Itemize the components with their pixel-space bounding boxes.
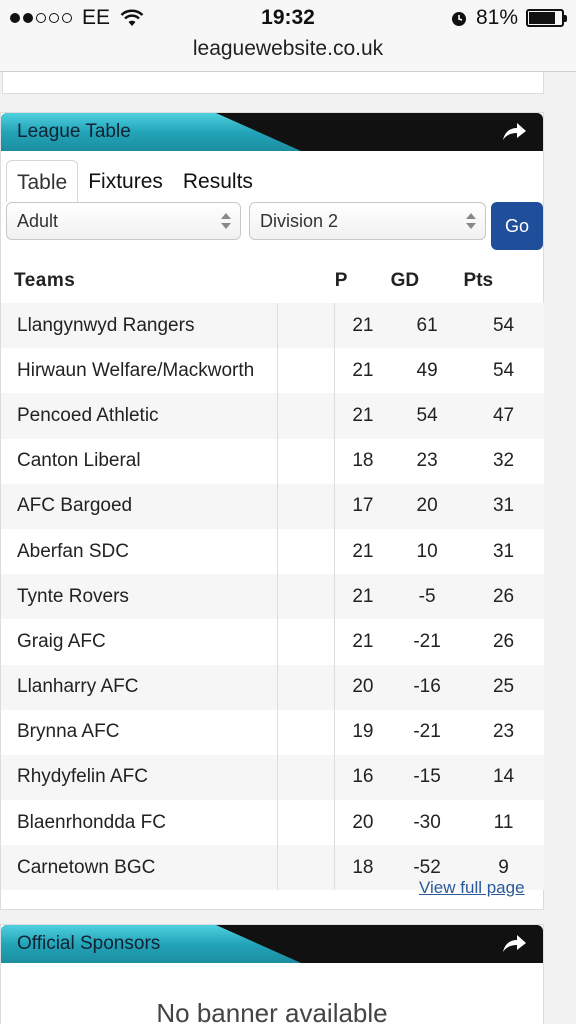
points-cell: 23 xyxy=(463,709,544,755)
team-name: Rhydyfelin AFC xyxy=(1,754,279,801)
team-name: Llangynwyd Rangers xyxy=(1,303,279,349)
team-name: Brynna AFC xyxy=(1,709,279,755)
played-cell: 20 xyxy=(334,664,391,710)
filter-selects: Adult Division 2 xyxy=(6,202,486,240)
division-value: Division 2 xyxy=(260,211,339,231)
played-cell: 21 xyxy=(334,528,391,575)
points-cell: 32 xyxy=(463,438,544,484)
status-bar: EE 19:32 81% xyxy=(0,0,576,36)
goal-difference-cell: 10 xyxy=(390,528,464,575)
share-arrow-icon[interactable] xyxy=(501,122,527,142)
table-row: Brynna AFC 19 -21 23 xyxy=(1,709,544,755)
age-group-value: Adult xyxy=(17,211,59,231)
points-cell: 11 xyxy=(463,800,544,846)
share-arrow-icon[interactable] xyxy=(501,934,527,954)
goal-difference-cell: 49 xyxy=(390,348,464,394)
widget-title: Official Sponsors xyxy=(17,933,161,954)
played-cell: 21 xyxy=(334,574,391,620)
goal-difference-cell: -16 xyxy=(390,664,464,710)
table-row: Canton Liberal 18 23 32 xyxy=(1,438,544,484)
team-name: Aberfan SDC xyxy=(1,528,279,575)
address-bar[interactable]: leaguewebsite.co.uk xyxy=(0,36,576,72)
team-name: Graig AFC xyxy=(1,619,279,665)
played-cell: 16 xyxy=(334,754,391,801)
points-cell: 26 xyxy=(463,574,544,620)
battery-icon xyxy=(526,9,567,27)
played-cell: 18 xyxy=(334,845,391,891)
points-cell: 31 xyxy=(463,528,544,575)
tab-results[interactable]: Results xyxy=(173,160,263,202)
team-name: Blaenrhondda FC xyxy=(1,800,279,846)
played-cell: 21 xyxy=(334,393,391,439)
division-select[interactable]: Division 2 xyxy=(249,202,486,240)
no-banner-message: No banner available xyxy=(156,998,388,1024)
status-right: 81% xyxy=(450,6,567,30)
points-cell: 26 xyxy=(463,619,544,665)
table-row: Aberfan SDC 21 10 31 xyxy=(1,528,544,575)
played-cell: 20 xyxy=(334,800,391,846)
team-name: Hirwaun Welfare/Mackworth xyxy=(1,348,279,394)
played-cell: 17 xyxy=(334,483,391,529)
select-arrows-icon xyxy=(221,213,231,229)
table-row: Pencoed Athletic 21 54 47 xyxy=(1,393,544,439)
team-name: Llanharry AFC xyxy=(1,664,279,710)
table-row: Llanharry AFC 20 -16 25 xyxy=(1,664,544,710)
age-group-select[interactable]: Adult xyxy=(6,202,241,240)
widget-title: League Table xyxy=(17,121,131,142)
played-cell: 21 xyxy=(334,303,391,349)
view-full-page-link[interactable]: View full page xyxy=(419,878,525,898)
table-row: Hirwaun Welfare/Mackworth 21 49 54 xyxy=(1,348,544,394)
points-cell: 14 xyxy=(463,754,544,801)
team-name: Pencoed Athletic xyxy=(1,393,279,439)
table-header-row: Teams P GD Pts xyxy=(1,258,544,303)
table-row: AFC Bargoed 17 20 31 xyxy=(1,483,544,529)
column-header-points: Pts xyxy=(463,269,494,291)
played-cell: 21 xyxy=(334,619,391,665)
tab-table[interactable]: Table xyxy=(6,160,79,202)
go-button[interactable]: Go xyxy=(491,202,543,250)
goal-difference-cell: 61 xyxy=(390,303,464,349)
table-row: Graig AFC 21 -21 26 xyxy=(1,619,544,665)
alarm-clock-icon xyxy=(451,12,466,26)
sponsors-header: Official Sponsors xyxy=(1,925,543,963)
points-cell: 54 xyxy=(463,348,544,394)
select-arrows-icon xyxy=(466,213,476,229)
view-tabs: Table Fixtures Results xyxy=(6,160,263,202)
played-cell: 19 xyxy=(334,709,391,755)
team-name: Canton Liberal xyxy=(1,438,279,484)
points-cell: 25 xyxy=(463,664,544,710)
goal-difference-cell: -21 xyxy=(390,619,464,665)
points-cell: 31 xyxy=(463,483,544,529)
team-name: Tynte Rovers xyxy=(1,574,279,620)
previous-panel-bottom xyxy=(2,72,544,94)
table-row: Llangynwyd Rangers 21 61 54 xyxy=(1,303,544,349)
url-text: leaguewebsite.co.uk xyxy=(192,37,384,60)
goal-difference-cell: -30 xyxy=(390,800,464,846)
tab-fixtures[interactable]: Fixtures xyxy=(78,160,173,202)
goal-difference-cell: -15 xyxy=(390,754,464,801)
goal-difference-cell: -21 xyxy=(390,709,464,755)
table-row: Rhydyfelin AFC 16 -15 14 xyxy=(1,754,544,801)
goal-difference-cell: 23 xyxy=(390,438,464,484)
column-header-played: P xyxy=(334,269,348,291)
table-row: Tynte Rovers 21 -5 26 xyxy=(1,574,544,620)
league-table-header: League Table xyxy=(1,113,543,151)
points-cell: 54 xyxy=(463,303,544,349)
team-name: AFC Bargoed xyxy=(1,483,279,529)
points-cell: 47 xyxy=(463,393,544,439)
battery-percent: 81% xyxy=(475,6,518,29)
goal-difference-cell: -5 xyxy=(390,574,464,620)
goal-difference-cell: 20 xyxy=(390,483,464,529)
column-header-goal-difference: GD xyxy=(390,269,420,291)
table-row: Blaenrhondda FC 20 -30 11 xyxy=(1,800,544,846)
played-cell: 18 xyxy=(334,438,391,484)
league-table: Teams P GD Pts Llangynwyd Rangers 21 61 54 H… xyxy=(1,258,544,891)
column-header-teams: Teams xyxy=(14,269,76,291)
team-name: Carnetown BGC xyxy=(1,845,279,891)
played-cell: 21 xyxy=(334,348,391,394)
goal-difference-cell: 54 xyxy=(390,393,464,439)
